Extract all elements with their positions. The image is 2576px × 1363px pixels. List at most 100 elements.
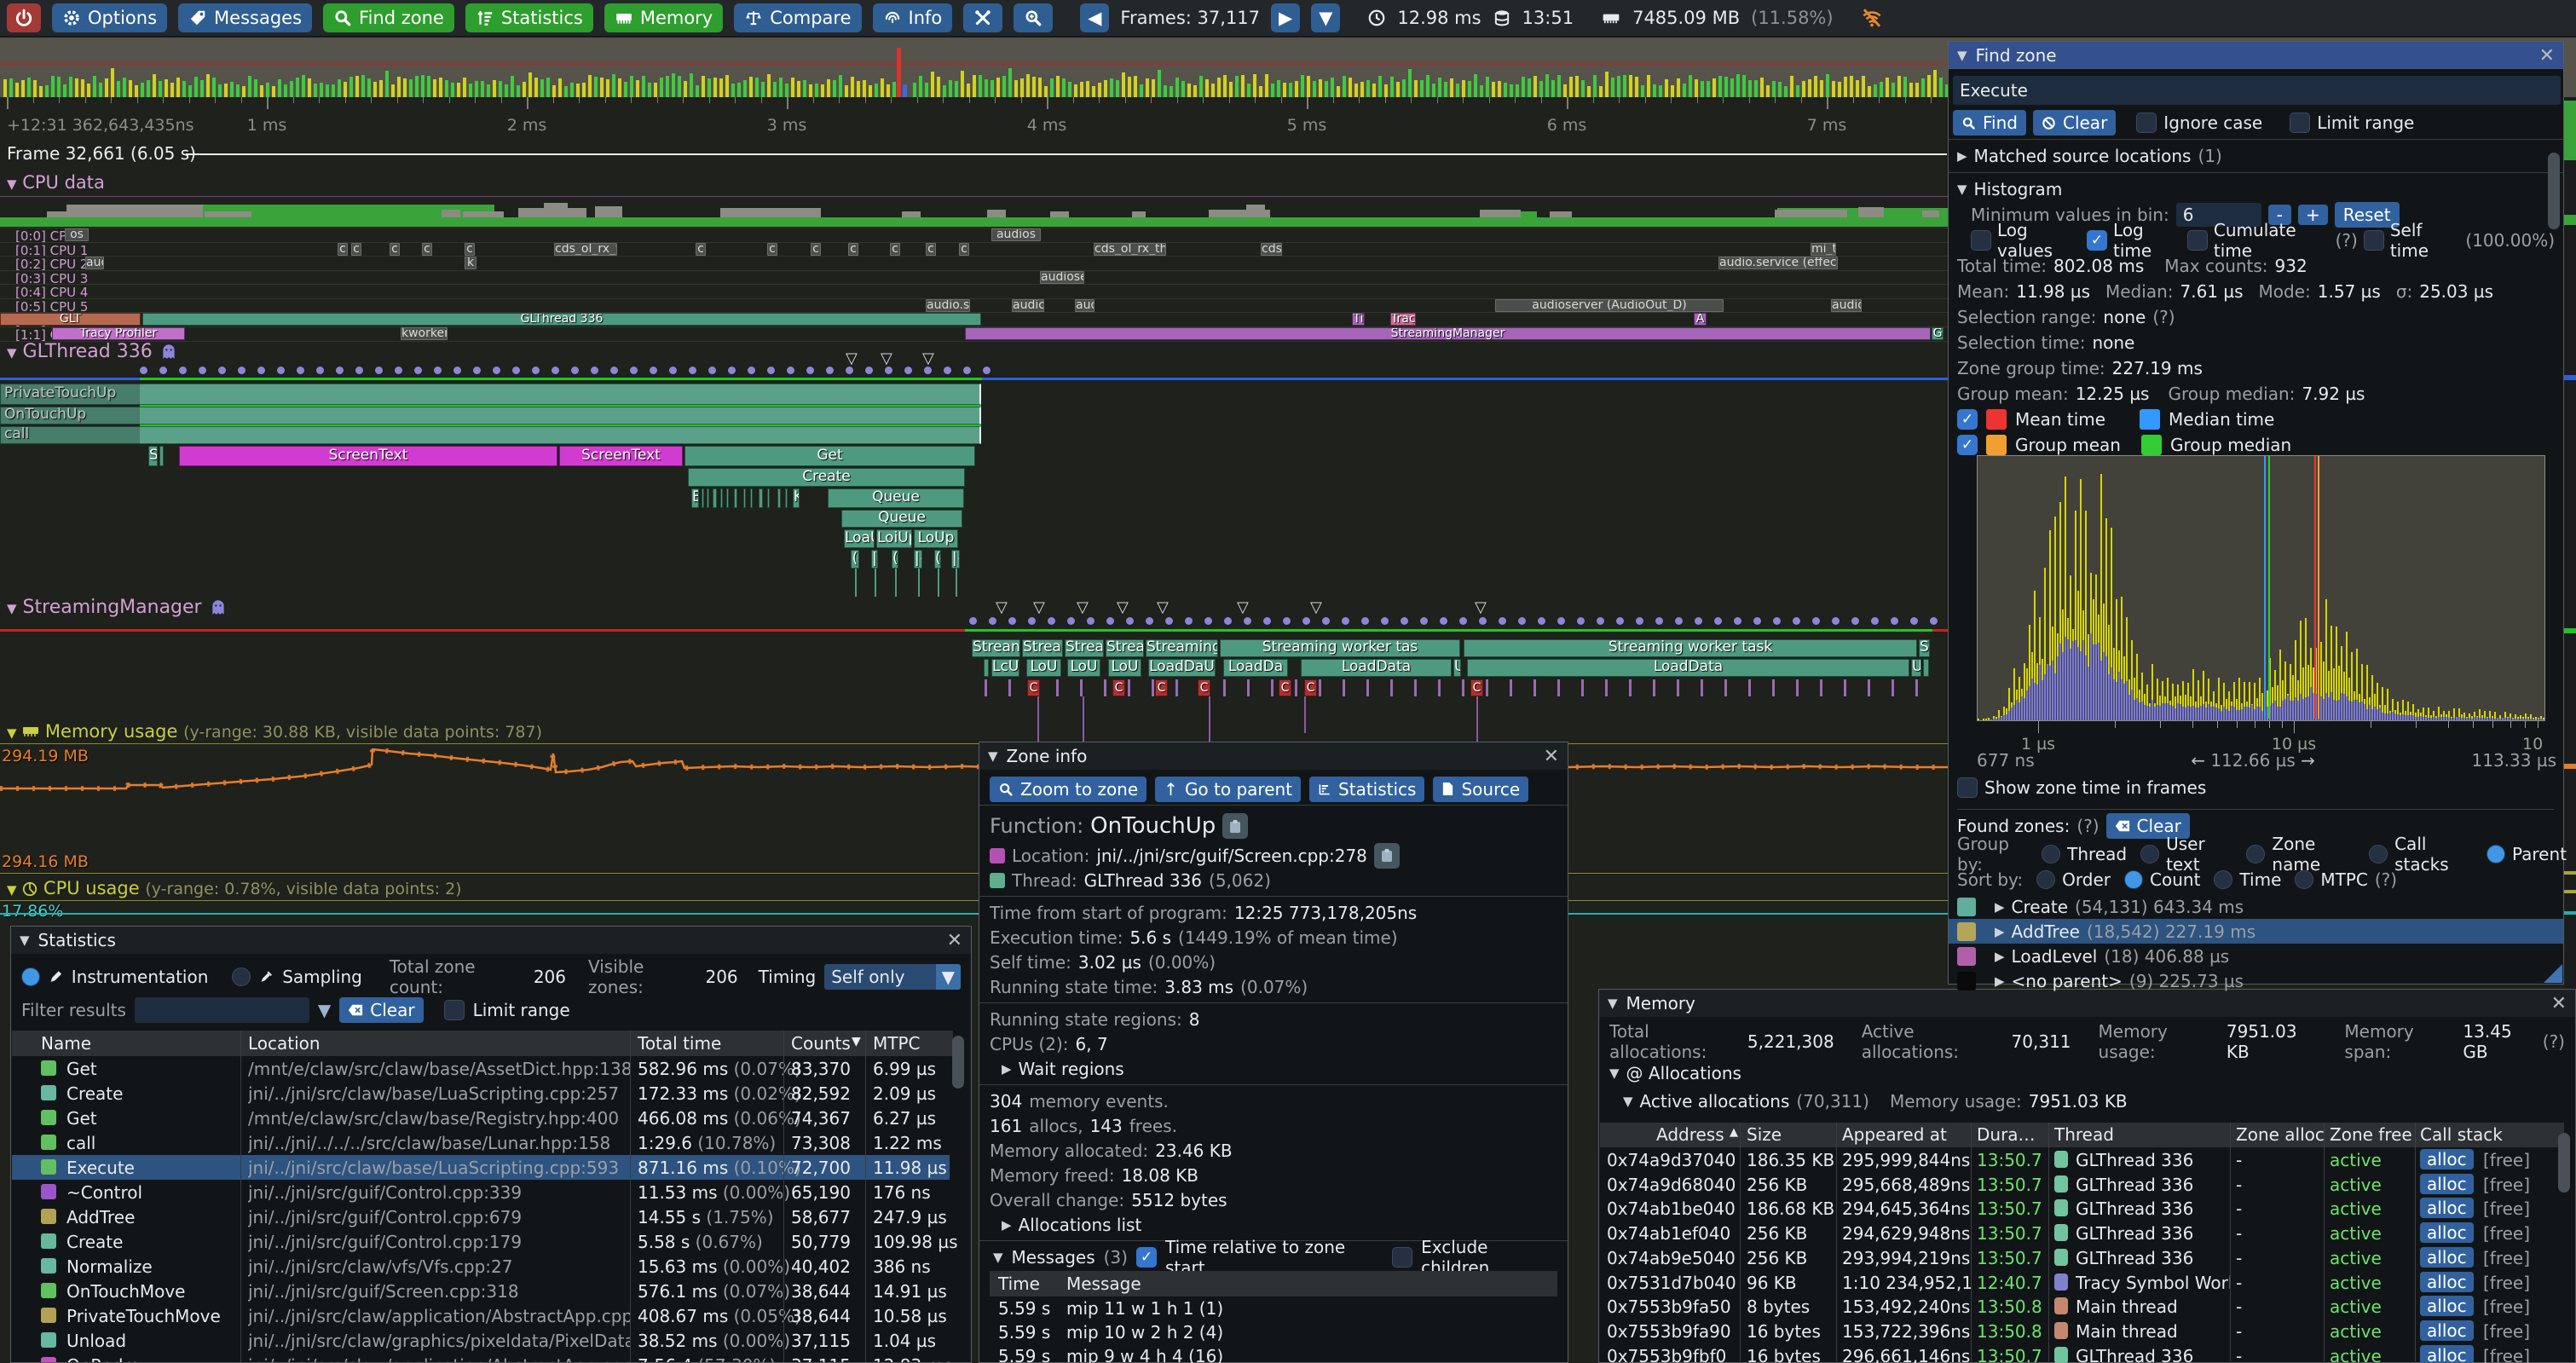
- streaming-zone[interactable]: Streaming: [1146, 639, 1218, 657]
- gl-zone[interactable]: [734, 488, 737, 508]
- zoom-to-zone-button[interactable]: Zoom to zone: [990, 777, 1146, 802]
- gl-zone[interactable]: [785, 488, 788, 508]
- cpu-zone[interactable]: cds_: [1261, 243, 1282, 256]
- cpu-zone[interactable]: c: [811, 243, 821, 256]
- cpu-zone[interactable]: audios: [991, 228, 1041, 241]
- cpu-zone[interactable]: A: [1694, 313, 1707, 326]
- cpu-zone[interactable]: c: [465, 243, 475, 256]
- info-button[interactable]: Info: [873, 3, 953, 32]
- cpu-data-header[interactable]: ▼ CPU data: [7, 172, 105, 193]
- wait-regions-toggle[interactable]: ▶Wait regions: [979, 1056, 1568, 1081]
- cpu-zone[interactable]: c: [848, 243, 858, 256]
- matched-locations-toggle[interactable]: ▶Matched source locations(1): [1949, 143, 2563, 169]
- zone-end-marker[interactable]: ▽: [1033, 600, 1045, 615]
- gl-zone[interactable]: [743, 488, 746, 508]
- log-time-checkbox[interactable]: ✓: [2087, 230, 2107, 251]
- time-relative-checkbox[interactable]: ✓: [1136, 1247, 1157, 1268]
- crash-zone[interactable]: C: [1304, 679, 1317, 696]
- mem-col-appeared-at[interactable]: Appeared at: [1842, 1124, 1947, 1145]
- statistics-table-header[interactable]: NameLocationTotal timeCounts▼MTPC: [12, 1031, 953, 1056]
- found-zone-row[interactable]: ▶AddTree(18,542) 227.19 ms: [1949, 919, 2563, 944]
- frame-dropdown-button[interactable]: ▼: [1311, 3, 1340, 32]
- close-icon[interactable]: ✕: [947, 930, 962, 951]
- zone-end-marker[interactable]: ▽: [1157, 600, 1169, 615]
- gl-zone[interactable]: ScreenText: [179, 446, 557, 466]
- gl-zone[interactable]: [707, 488, 709, 508]
- gl-zone[interactable]: LoUp: [914, 529, 958, 548]
- statistics-button[interactable]: Statistics: [465, 3, 593, 32]
- mem-col-call-stack[interactable]: Call stack: [2420, 1124, 2503, 1145]
- cpu-zone[interactable]: G: [1932, 327, 1944, 340]
- close-icon[interactable]: ✕: [2539, 45, 2555, 66]
- cpu-zone[interactable]: c: [926, 243, 936, 256]
- gl-zone[interactable]: ScreenText: [559, 446, 683, 466]
- memory-row[interactable]: 0x74ab9e5040256 KB293,994,219ns13:50.7GL…: [1600, 1245, 2572, 1270]
- alloc-callstack-button[interactable]: alloc: [2420, 1296, 2474, 1316]
- options-button[interactable]: Options: [52, 3, 167, 32]
- cpu-zone[interactable]: audio.se: [926, 299, 970, 312]
- allocations-list-toggle[interactable]: ▶Allocations list: [979, 1212, 1568, 1237]
- stats-row[interactable]: Createjni/../jni/src/claw/base/LuaScript…: [12, 1081, 950, 1106]
- streaming-zone[interactable]: LoU: [1026, 659, 1061, 677]
- cpu-zone[interactable]: c: [696, 243, 706, 256]
- cpu-zone[interactable]: mi_t: [1811, 243, 1836, 256]
- streaming-zone[interactable]: LcU: [991, 659, 1019, 677]
- gl-zone[interactable]: Get: [684, 446, 975, 466]
- memory-row[interactable]: 0x74ab1ef040256 KB294,629,948ns13:50.7GL…: [1600, 1221, 2572, 1245]
- limit-range-checkbox[interactable]: [444, 1000, 465, 1020]
- cpu-zone[interactable]: aud: [1075, 299, 1095, 312]
- gl-zone-call[interactable]: call: [0, 426, 981, 444]
- group-by-call-stacks[interactable]: [2369, 845, 2388, 863]
- cpu-zone[interactable]: audioserver (AudioOut_D): [1495, 299, 1724, 312]
- zone-end-marker[interactable]: ▽: [1117, 600, 1129, 615]
- crash-zone[interactable]: C: [1027, 679, 1040, 696]
- gl-zone[interactable]: [702, 488, 704, 508]
- gl-zone-privatetouchup[interactable]: PrivateTouchUp: [0, 384, 981, 405]
- streaming-zone[interactable]: Strear: [1022, 639, 1063, 657]
- exclude-children-checkbox[interactable]: [1392, 1247, 1412, 1268]
- power-button[interactable]: [7, 3, 41, 32]
- glthread-header[interactable]: ▼ GLThread 336: [7, 341, 176, 365]
- gl-zone[interactable]: [777, 488, 781, 508]
- mem-col-dura…[interactable]: Dura…: [1977, 1124, 2036, 1145]
- clear-filter-button[interactable]: Clear: [339, 997, 423, 1023]
- sort-by-mtpc[interactable]: [2295, 870, 2313, 889]
- group-by-user-text[interactable]: [2140, 845, 2159, 863]
- cpu-zone[interactable]: Ti: [1352, 313, 1365, 326]
- memory-plot-header[interactable]: ▼ Memory usage (y-range: 30.88 KB, visib…: [7, 721, 542, 742]
- alloc-callstack-button[interactable]: alloc: [2420, 1222, 2474, 1243]
- alloc-callstack-button[interactable]: alloc: [2420, 1345, 2474, 1363]
- gl-zone[interactable]: [713, 488, 717, 508]
- cpu-plot-header[interactable]: ▼ CPU usage (y-range: 0.78%, visible dat…: [7, 878, 462, 898]
- gl-zone[interactable]: (: [934, 550, 941, 569]
- zone-info-titlebar[interactable]: ▼ Zone info✕: [979, 742, 1568, 770]
- cpu-zone[interactable]: GLT: [0, 313, 141, 326]
- zone-end-marker[interactable]: ▽: [996, 600, 1008, 615]
- stats-row[interactable]: Unloadjni/../jni/src/claw/graphics/pixel…: [12, 1328, 950, 1353]
- messages-toggle[interactable]: Messages: [1012, 1247, 1095, 1268]
- timing-dropdown[interactable]: Self only▼: [824, 964, 961, 990]
- cpu-zone[interactable]: c: [422, 243, 432, 256]
- streaming-zone[interactable]: LoadData: [1467, 659, 1909, 677]
- group-by-thread[interactable]: [2042, 845, 2060, 863]
- show-zone-time-checkbox[interactable]: [1957, 777, 1978, 798]
- messages-table-header[interactable]: TimeMessage: [990, 1271, 1557, 1297]
- memory-button[interactable]: Memory: [604, 3, 723, 32]
- cpu-zone[interactable]: cds_ol_rx_thr: [554, 243, 617, 256]
- time-axis[interactable]: +12:31 362,643,435ns 1 ms2 ms3 ms4 ms5 m…: [0, 97, 1954, 145]
- memory-row[interactable]: 0x74a9d37040186.35 KB295,999,844ns13:50.…: [1600, 1147, 2572, 1172]
- zone-end-marker[interactable]: ▽: [1475, 600, 1487, 615]
- gl-zone[interactable]: |: [871, 550, 878, 569]
- sampling-radio[interactable]: [232, 967, 251, 986]
- gl-zone[interactable]: Create: [688, 468, 965, 487]
- allocations-section-header[interactable]: ▼ @ Allocations: [1599, 1060, 2575, 1085]
- message-row[interactable]: 5.59 smip 9 w 4 h 4 (16): [979, 1344, 1568, 1363]
- cpu-zone[interactable]: audioser: [1040, 271, 1084, 284]
- stats-row[interactable]: AddTreejni/../jni/src/guif/Control.cpp:6…: [12, 1204, 950, 1229]
- zoom-tool-button[interactable]: [1014, 3, 1053, 32]
- find-zone-scrollbar[interactable]: [2548, 153, 2560, 229]
- cpu-zone[interactable]: GLThread 336: [142, 313, 981, 326]
- stats-row[interactable]: Normalizejni/../jni/src/claw/vfs/Vfs.cpp…: [12, 1254, 950, 1279]
- resize-grip[interactable]: [2544, 964, 2562, 983]
- sort-by-count[interactable]: [2124, 870, 2143, 889]
